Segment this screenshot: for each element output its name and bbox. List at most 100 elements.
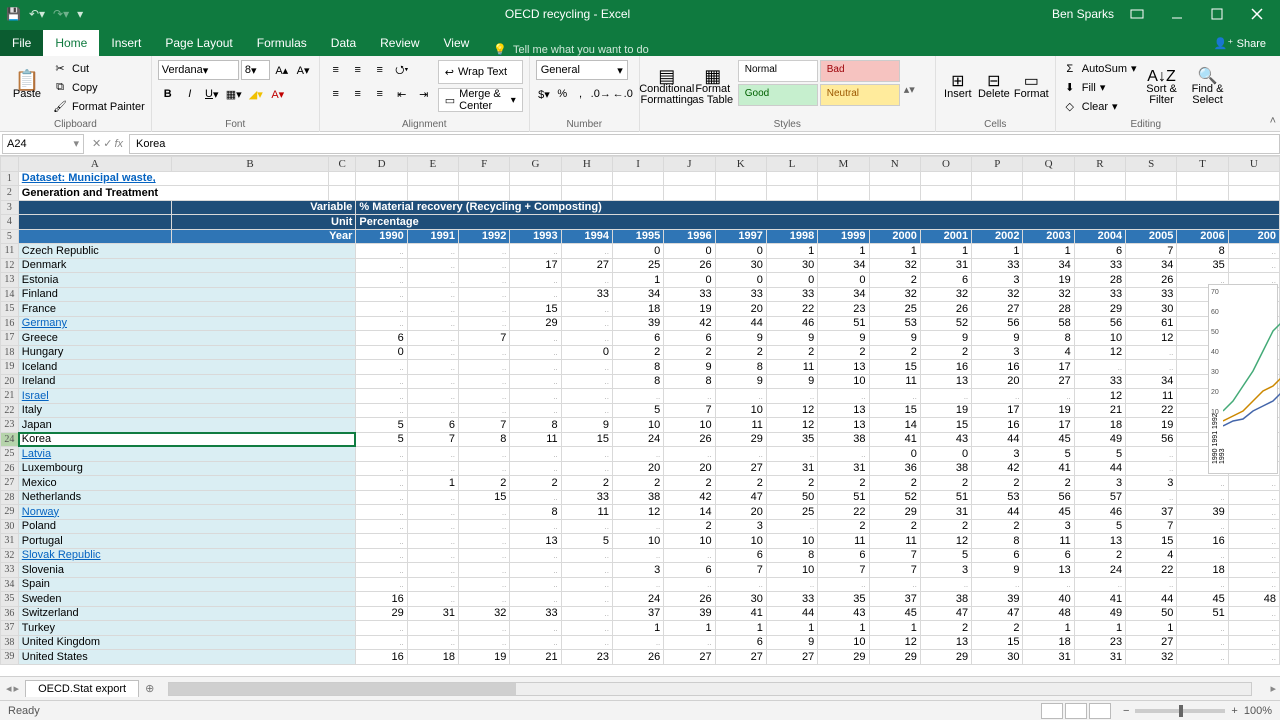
cell[interactable]: 56: [1074, 316, 1125, 331]
cell[interactable]: 8: [972, 534, 1023, 549]
cell[interactable]: 10: [715, 403, 766, 418]
cell[interactable]: 30: [715, 592, 766, 607]
cell[interactable]: 20: [715, 505, 766, 520]
cell[interactable]: ..: [664, 389, 715, 404]
cell[interactable]: 31: [818, 461, 869, 476]
sheet-nav-first-icon[interactable]: ◂: [6, 682, 12, 695]
cell[interactable]: ..: [561, 403, 612, 418]
col-header-S[interactable]: S: [1126, 157, 1177, 172]
cell[interactable]: ..: [1228, 258, 1279, 273]
cell[interactable]: 23: [1074, 635, 1125, 650]
cell[interactable]: 26: [1126, 273, 1177, 288]
cell[interactable]: ..: [459, 534, 510, 549]
cell[interactable]: 61: [1126, 316, 1177, 331]
cell[interactable]: 0: [766, 273, 817, 288]
cell[interactable]: ..: [1228, 548, 1279, 563]
delete-cells-button[interactable]: ⊟Delete: [978, 60, 1010, 116]
cell[interactable]: ..: [459, 621, 510, 636]
cell[interactable]: 26: [612, 650, 663, 665]
row-header-38[interactable]: 38: [1, 635, 19, 650]
cell[interactable]: 28: [1074, 273, 1125, 288]
col-header-A[interactable]: A: [18, 157, 171, 172]
cell[interactable]: 15: [920, 418, 971, 433]
col-header-C[interactable]: C: [329, 157, 356, 172]
cell[interactable]: 9: [972, 331, 1023, 346]
cell[interactable]: 38: [612, 490, 663, 505]
col-header-E[interactable]: E: [407, 157, 458, 172]
col-header-J[interactable]: J: [664, 157, 715, 172]
style-normal[interactable]: Normal: [738, 60, 818, 82]
cell[interactable]: ..: [407, 273, 458, 288]
cell[interactable]: ..: [561, 244, 612, 259]
cell[interactable]: ..: [1023, 389, 1074, 404]
cell[interactable]: 13: [1023, 563, 1074, 578]
close-icon[interactable]: [1240, 0, 1274, 28]
style-gallery-more-icon[interactable]: ▴▾: [904, 60, 915, 118]
cell[interactable]: 2: [972, 621, 1023, 636]
row-header-37[interactable]: 37: [1, 621, 19, 636]
cell[interactable]: ..: [561, 621, 612, 636]
cell[interactable]: 37: [612, 606, 663, 621]
cell[interactable]: 22: [818, 505, 869, 520]
increase-decimal-icon[interactable]: .0→: [591, 84, 611, 104]
cell[interactable]: 23: [818, 302, 869, 317]
cell[interactable]: ..: [510, 374, 561, 389]
cell-country[interactable]: Denmark: [18, 258, 356, 273]
cell[interactable]: 33: [715, 287, 766, 302]
style-neutral[interactable]: Neutral: [820, 84, 900, 106]
cell[interactable]: ..: [1228, 534, 1279, 549]
cell[interactable]: 19: [664, 302, 715, 317]
number-format-select[interactable]: General▾: [536, 60, 628, 80]
cell[interactable]: 8: [1023, 331, 1074, 346]
cell[interactable]: 7: [1126, 519, 1177, 534]
cell[interactable]: ..: [510, 244, 561, 259]
cell[interactable]: 11: [1126, 389, 1177, 404]
cell[interactable]: ..: [407, 374, 458, 389]
clear-button[interactable]: ◇Clear ▾: [1062, 98, 1137, 115]
cell-country[interactable]: Spain: [18, 577, 356, 592]
cell[interactable]: 33: [1126, 287, 1177, 302]
cell[interactable]: 10: [715, 534, 766, 549]
cell[interactable]: ..: [459, 548, 510, 563]
cell[interactable]: 2: [869, 273, 920, 288]
cell[interactable]: 7: [818, 563, 869, 578]
col-header-G[interactable]: G: [510, 157, 561, 172]
cell[interactable]: 2: [869, 519, 920, 534]
cell[interactable]: 20: [972, 374, 1023, 389]
cell[interactable]: 3: [972, 447, 1023, 462]
cell[interactable]: 38: [818, 432, 869, 447]
cell[interactable]: ..: [1228, 606, 1279, 621]
cell[interactable]: 33: [664, 287, 715, 302]
cell[interactable]: 32: [869, 287, 920, 302]
cell[interactable]: ..: [407, 461, 458, 476]
cell[interactable]: 34: [612, 287, 663, 302]
cell[interactable]: 9: [766, 374, 817, 389]
cell[interactable]: 3: [972, 273, 1023, 288]
borders-button[interactable]: ▦▾: [224, 84, 244, 104]
cell[interactable]: 27: [664, 650, 715, 665]
cell[interactable]: 3: [920, 563, 971, 578]
cell[interactable]: 13: [818, 418, 869, 433]
cell[interactable]: 2: [972, 476, 1023, 491]
cell[interactable]: 10: [664, 534, 715, 549]
cell[interactable]: 45: [1023, 432, 1074, 447]
tab-data[interactable]: Data: [319, 30, 368, 56]
cell[interactable]: 1: [818, 244, 869, 259]
cell[interactable]: ..: [459, 563, 510, 578]
cell[interactable]: 31: [920, 505, 971, 520]
cell[interactable]: 1: [869, 621, 920, 636]
cell[interactable]: ..: [356, 273, 407, 288]
cell[interactable]: ..: [766, 389, 817, 404]
cell[interactable]: ..: [1177, 476, 1228, 491]
cell[interactable]: 22: [1126, 403, 1177, 418]
cell[interactable]: 9: [818, 331, 869, 346]
cell[interactable]: ..: [459, 461, 510, 476]
cell[interactable]: 57: [1074, 490, 1125, 505]
cell[interactable]: 32: [920, 287, 971, 302]
cell[interactable]: ..: [459, 360, 510, 375]
name-box[interactable]: A24▾: [2, 134, 84, 154]
cell[interactable]: 34: [818, 287, 869, 302]
cell-country[interactable]: Finland: [18, 287, 356, 302]
cell[interactable]: 25: [612, 258, 663, 273]
cell[interactable]: ..: [510, 273, 561, 288]
